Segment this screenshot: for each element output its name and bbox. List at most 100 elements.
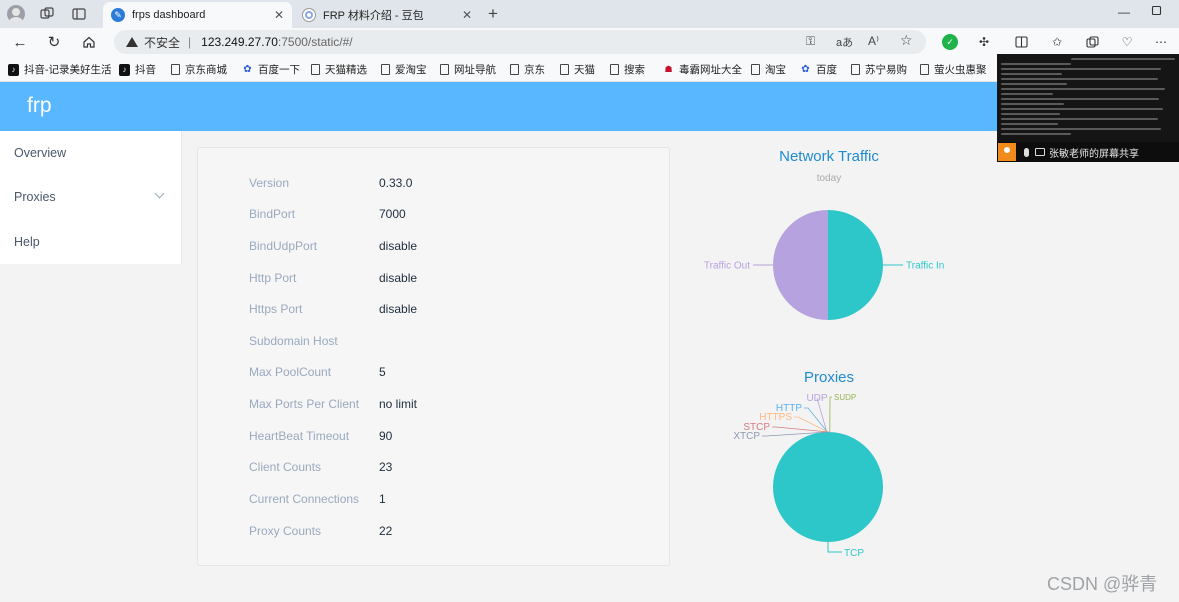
browser-essentials-icon[interactable]: ♡ (1119, 34, 1135, 50)
info-label: Subdomain Host (249, 334, 338, 348)
info-value: disable (379, 302, 418, 316)
bookmark-item[interactable]: 苏宁易购 (851, 62, 907, 77)
info-value: 23 (379, 460, 393, 474)
tab-actions-icon[interactable] (69, 4, 89, 24)
info-label: Https Port (249, 302, 303, 316)
address-toolbar: ← ↻ 不安全 | 123.249.27.70:7500/static/#/ ⚿… (0, 28, 1179, 56)
url-path[interactable]: :7500/static/#/ (278, 35, 353, 49)
screen-share-label: 张敏老师的屏幕共享 (1049, 148, 1139, 160)
close-tab-icon[interactable]: ✕ (462, 8, 472, 22)
close-tab-icon[interactable]: ✕ (274, 8, 284, 22)
page-icon (560, 64, 569, 75)
pie-label: UDP (806, 393, 827, 404)
chart-title: Network Traffic (779, 148, 879, 165)
url-separator: | (188, 35, 192, 49)
home-icon[interactable] (79, 32, 99, 52)
page-icon (381, 64, 390, 75)
pie-label: XTCP (733, 431, 760, 442)
sidebar-item-proxies[interactable]: Proxies (14, 190, 56, 204)
back-arrow-icon[interactable]: ← (10, 32, 30, 52)
more-menu-icon[interactable]: ⋯ (1153, 34, 1169, 50)
minimize-window-icon[interactable]: — (1118, 5, 1130, 19)
info-value: disable (379, 239, 418, 253)
page-icon (610, 64, 619, 75)
browser-tab-bar: ✎ frps dashboard ✕ FRP 材料介绍 - 豆包 ✕ + — (0, 0, 1179, 28)
url-omnibox[interactable]: 不安全 | 123.249.27.70:7500/static/#/ ⚿ аあ … (114, 30, 926, 54)
new-tab-plus-icon[interactable]: + (488, 4, 498, 24)
info-label: Max PoolCount (249, 365, 332, 379)
bookmark-item[interactable]: ☗ 毒霸网址大全 (663, 62, 742, 77)
brand-logo[interactable]: frp (27, 94, 52, 118)
tiktok-icon: ♪ (8, 63, 19, 76)
workspaces-icon[interactable] (37, 4, 57, 24)
bookmark-item[interactable]: 天猫 (560, 62, 595, 77)
tab-doubao[interactable]: FRP 材料介绍 - 豆包 ✕ (294, 2, 480, 28)
bookmark-item[interactable]: 爱淘宝 (381, 62, 427, 77)
page-icon (751, 64, 760, 75)
sidebar-item-help[interactable]: Help (14, 235, 40, 249)
tiktok-icon: ♪ (119, 63, 130, 76)
page-icon (171, 64, 180, 75)
split-screen-icon[interactable] (1013, 34, 1029, 50)
bookmark-label: 京东 (524, 64, 545, 76)
sidebar-item-overview[interactable]: Overview (14, 146, 66, 160)
favorites-list-icon[interactable]: ✩ (1049, 34, 1065, 50)
collections-icon[interactable] (1084, 34, 1100, 50)
bookmark-item[interactable]: 搜索 (610, 62, 645, 77)
favorite-star-icon[interactable]: ☆ (900, 32, 913, 49)
info-label: Proxy Counts (249, 524, 322, 538)
bookmark-item[interactable]: 天猫精选 (311, 62, 367, 77)
bookmark-label: 天猫 (574, 64, 595, 76)
pie-slice-traffic-out (773, 210, 828, 320)
bookmark-item[interactable]: 京东 (510, 62, 545, 77)
pie-label-line (829, 396, 832, 433)
bookmark-item[interactable]: ✿ 百度一下 (242, 62, 300, 77)
profile-avatar-icon[interactable] (6, 4, 26, 24)
bookmark-label: 网址导航 (454, 64, 496, 76)
info-value: no limit (379, 397, 418, 411)
bookmark-label: 萤火虫惠聚 (934, 64, 987, 76)
duba-icon: ☗ (664, 64, 673, 74)
insecure-label[interactable]: 不安全 (144, 34, 180, 51)
bookmark-label: 抖音-记录美好生活 (24, 64, 112, 76)
extensions-puzzle-icon[interactable]: ✣ (976, 34, 992, 50)
shared-terminal-preview (1001, 58, 1175, 142)
translate-icon[interactable]: аあ (836, 34, 853, 50)
read-aloud-icon[interactable]: A⁾ (868, 34, 879, 48)
tab-title: frps dashboard (132, 9, 206, 21)
paw-icon: ✿ (243, 64, 252, 75)
doubao-icon (302, 8, 316, 22)
bookmark-item[interactable]: 淘宝 (751, 62, 786, 77)
page-icon (920, 64, 929, 75)
page-icon (311, 64, 320, 75)
info-label: Max Ports Per Client (249, 397, 360, 411)
bookmark-item[interactable]: ♪ 抖音 (119, 62, 156, 77)
bookmark-item[interactable]: ✿ 百度 (800, 62, 837, 77)
pie-slice-traffic-in (828, 210, 883, 320)
extension-green-icon[interactable]: ✓ (942, 34, 958, 50)
info-value: 22 (379, 524, 393, 538)
tab-frps-dashboard[interactable]: ✎ frps dashboard ✕ (103, 2, 292, 28)
info-value: 5 (379, 365, 386, 379)
info-label: BindUdpPort (249, 239, 318, 253)
paw-icon: ✿ (801, 64, 810, 75)
user-icon (998, 143, 1016, 161)
bookmark-label: 苏宁易购 (865, 64, 907, 76)
maximize-window-icon[interactable] (1151, 5, 1162, 19)
screen-share-overlay[interactable]: 张敏老师的屏幕共享 (997, 54, 1179, 162)
warning-triangle-icon (126, 37, 138, 47)
camera-icon[interactable] (1035, 148, 1045, 156)
pie-label: SUDP (834, 393, 856, 402)
page-icon (440, 64, 449, 75)
bookmark-item[interactable]: 京东商城 (171, 62, 227, 77)
key-icon[interactable]: ⚿ (806, 34, 815, 49)
bookmark-item[interactable]: 萤火虫惠聚 (920, 62, 987, 77)
info-label: Client Counts (249, 460, 322, 474)
refresh-icon[interactable]: ↻ (44, 32, 64, 52)
url-host[interactable]: 123.249.27.70 (201, 35, 278, 49)
bookmark-label: 毒霸网址大全 (679, 64, 742, 76)
bookmark-label: 百度 (816, 64, 837, 76)
bookmark-item[interactable]: 网址导航 (440, 62, 496, 77)
bookmark-item[interactable]: ♪ 抖音-记录美好生活 (8, 62, 112, 77)
microphone-icon[interactable] (1024, 147, 1029, 157)
